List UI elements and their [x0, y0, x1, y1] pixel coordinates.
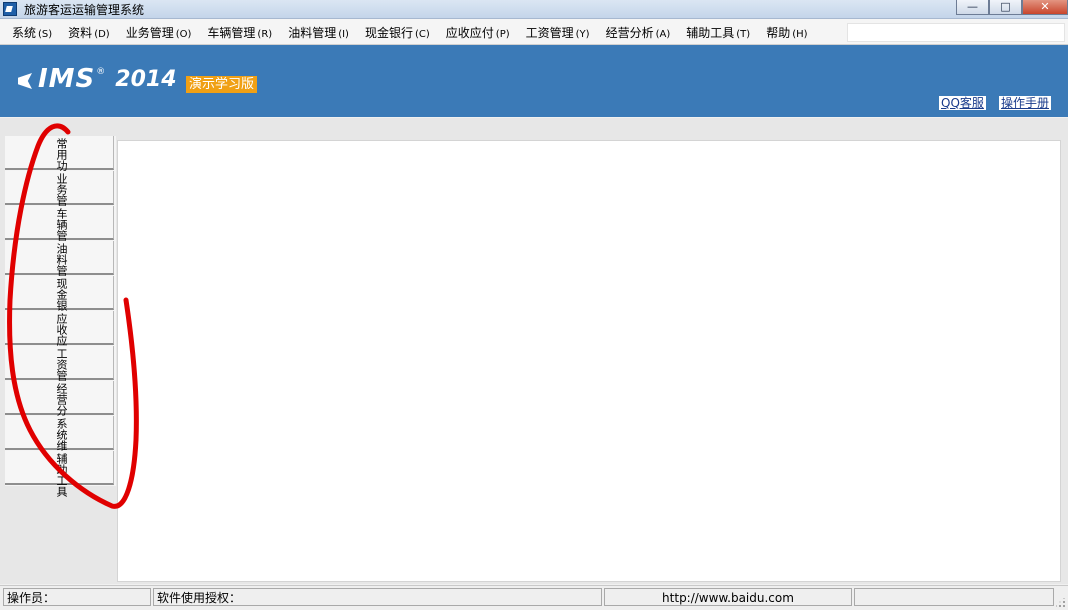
menu-business[interactable]: 业务管理 (O) [118, 22, 200, 44]
minimize-button[interactable]: — [956, 0, 989, 15]
logo-mark-icon [16, 71, 34, 91]
header-banner: IMS ® 2014 演示学习版 QQ客服 操作手册 [0, 45, 1068, 117]
menu-cash-bank[interactable]: 现金银行 (C) [357, 22, 438, 44]
status-bar: 操作员： 软件使用授权： http://www.baidu.com [0, 585, 1068, 610]
resize-grip-icon[interactable] [1056, 598, 1066, 608]
window-controls: — □ ✕ [956, 0, 1068, 15]
side-tab-analysis[interactable]: 经营分析 [5, 381, 114, 427]
menu-payroll[interactable]: 工资管理 (Y) [518, 22, 598, 44]
side-tab-common-functions[interactable]: 常用功能 [5, 136, 114, 182]
menu-bar-filler [847, 23, 1065, 42]
app-icon [3, 2, 17, 16]
side-tab-cash-bank[interactable]: 现金银行 [5, 276, 114, 322]
status-url: http://www.baidu.com [604, 588, 852, 606]
menu-system[interactable]: 系统 (S) [4, 22, 60, 44]
close-button[interactable]: ✕ [1022, 0, 1068, 15]
content-area: 常用功能 业务管理 车辆管理 油料管理 现金银行 应收应付 工资管理 经营分析 … [0, 118, 1068, 584]
status-license: 软件使用授权： [153, 588, 602, 606]
edition-badge: 演示学习版 [186, 76, 258, 93]
menu-tools[interactable]: 辅助工具 (T) [678, 22, 758, 44]
side-tab-business[interactable]: 业务管理 [5, 171, 114, 217]
menu-vehicle[interactable]: 车辆管理 (R) [199, 22, 280, 44]
status-extra [854, 588, 1054, 606]
side-tab-maintenance[interactable]: 系统维护 [5, 416, 114, 462]
logo-text: IMS [38, 64, 96, 94]
menu-list: 系统 (S) 资料 (D) 业务管理 (O) 车辆管理 (R) 油料管理 (I) 现金银行… [4, 22, 816, 44]
side-tab-receivable-payable[interactable]: 应收应付 [5, 311, 114, 357]
menu-help[interactable]: 帮助 (H) [758, 22, 815, 44]
ims-logo: IMS ® 2014 [16, 64, 177, 94]
side-nav: 常用功能 业务管理 车辆管理 油料管理 现金银行 应收应付 工资管理 经营分析 … [5, 136, 116, 497]
menu-fuel[interactable]: 油料管理 (I) [280, 22, 357, 44]
logo-registered-mark: ® [96, 67, 106, 77]
menu-analysis[interactable]: 经营分析 (A) [598, 22, 679, 44]
side-tab-tools[interactable]: 辅助工具 [5, 451, 114, 497]
window-title: 旅游客运运输管理系统 [24, 3, 145, 17]
title-bar[interactable]: 旅游客运运输管理系统 — □ ✕ [0, 0, 1068, 19]
maximize-button[interactable]: □ [989, 0, 1022, 15]
menu-bar: 系统 (S) 资料 (D) 业务管理 (O) 车辆管理 (R) 油料管理 (I) 现金银行… [0, 19, 1068, 45]
status-operator: 操作员： [3, 588, 151, 606]
logo-year: 2014 [115, 67, 177, 92]
menu-data[interactable]: 资料 (D) [60, 22, 118, 44]
qq-support-link[interactable]: QQ客服 [939, 96, 986, 110]
side-tab-fuel[interactable]: 油料管理 [5, 241, 114, 287]
menu-receivable-payable[interactable]: 应收应付 (P) [438, 22, 518, 44]
main-workspace[interactable] [117, 140, 1061, 582]
side-tab-vehicle[interactable]: 车辆管理 [5, 206, 114, 252]
user-manual-link[interactable]: 操作手册 [999, 96, 1052, 110]
side-tab-payroll[interactable]: 工资管理 [5, 346, 114, 392]
